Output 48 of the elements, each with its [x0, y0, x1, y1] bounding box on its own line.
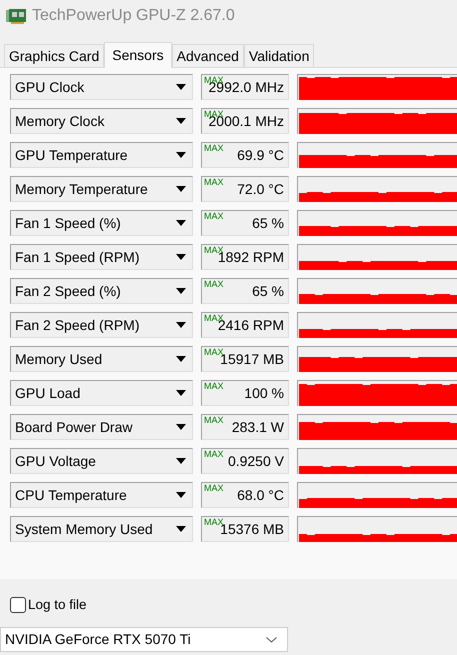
sensor-dropdown[interactable]: Fan 2 Speed (%) — [10, 278, 193, 304]
caret-icon — [176, 424, 186, 430]
sensor-dropdown[interactable]: GPU Clock — [10, 74, 193, 100]
sensor-dropdown[interactable]: Board Power Draw — [10, 414, 193, 440]
sensor-dropdown[interactable]: Fan 1 Speed (RPM) — [10, 244, 193, 270]
sensor-dropdown[interactable]: GPU Load — [10, 380, 193, 406]
caret-icon — [176, 288, 186, 294]
tab[interactable]: Validation — [244, 44, 314, 67]
value-field: MAX 68.0 °C — [201, 482, 289, 508]
checkbox-label: Log to file — [28, 596, 87, 614]
sensor-dropdown[interactable]: GPU Voltage — [10, 448, 193, 474]
sensor-dropdown[interactable]: System Memory Used — [10, 516, 193, 542]
log-checkbox[interactable] — [10, 597, 26, 613]
value-field: MAX 69.9 °C — [201, 142, 289, 168]
caret-icon — [176, 118, 186, 124]
value-field: MAX 65 % — [201, 278, 289, 304]
chevron-icon — [266, 636, 277, 642]
window-title: TechPowerUp GPU-Z 2.67.0 — [32, 6, 235, 26]
caret-icon — [176, 220, 186, 226]
value-field: MAX 283.1 W — [201, 414, 289, 440]
sensor-dropdown[interactable]: CPU Temperature — [10, 482, 193, 508]
value-field: MAX2416 RPM — [201, 312, 289, 338]
caret-icon — [176, 492, 186, 498]
value-field: MAX 72.0 °C — [201, 176, 289, 202]
sensor-dropdown[interactable]: Fan 2 Speed (RPM) — [10, 312, 193, 338]
tab[interactable]: Sensors — [104, 42, 172, 68]
tab[interactable]: Graphics Card — [4, 44, 104, 67]
caret-icon — [176, 526, 186, 532]
value-field: MAX 65 % — [201, 210, 289, 236]
device-dropdown[interactable]: NVIDIA GeForce RTX 5070 Ti — [0, 627, 288, 652]
sensor-dropdown[interactable]: Memory Used — [10, 346, 193, 372]
caret-icon — [176, 84, 186, 90]
caret-icon — [176, 356, 186, 362]
value-field: MAX 100 % — [201, 380, 289, 406]
gpu-card-icon — [6, 8, 26, 24]
caret-icon — [176, 254, 186, 260]
sensor-dropdown[interactable]: Fan 1 Speed (%) — [10, 210, 193, 236]
caret-icon — [176, 186, 186, 192]
value-field: MAX 0.9250 V — [201, 448, 289, 474]
sensor-dropdown[interactable]: GPU Temperature — [10, 142, 193, 168]
caret-icon — [176, 458, 186, 464]
caret-icon — [176, 390, 186, 396]
caret-icon — [176, 322, 186, 328]
caret-icon — [176, 152, 186, 158]
sensor-dropdown[interactable]: Memory Temperature — [10, 176, 193, 202]
sensor-dropdown[interactable]: Memory Clock — [10, 108, 193, 134]
tab[interactable]: Advanced — [172, 44, 244, 67]
value-field: MAX1892 RPM — [201, 244, 289, 270]
